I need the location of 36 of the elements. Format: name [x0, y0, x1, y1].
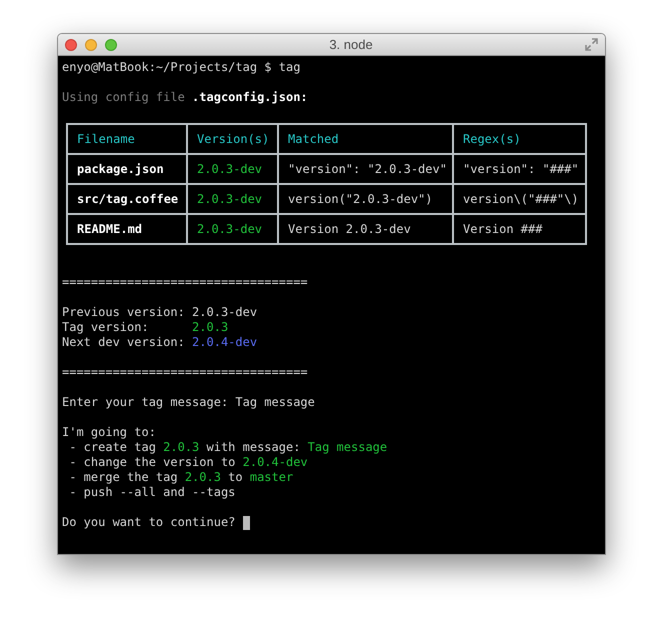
terminal-line: - push --all and --tags	[68, 485, 236, 500]
terminal-line: Tag version: 2.0.3	[62, 320, 228, 335]
table-cell: 2.0.3-dev	[188, 215, 277, 243]
table-cell: src/tag.coffee	[68, 185, 186, 213]
terminal-line: - change the version to 2.0.4-dev	[68, 455, 308, 470]
terminal-line: I'm going to:	[62, 425, 156, 440]
table-cell: 2.0.3-dev	[188, 185, 277, 213]
text-cursor	[242, 516, 250, 530]
table-cell: version("2.0.3-dev")	[279, 185, 452, 213]
terminal-line: Enter your tag message: Tag message	[62, 395, 315, 410]
table-cell: README.md	[68, 215, 186, 243]
column-header: Regex(s)	[454, 125, 585, 153]
terminal-line: ==================================	[62, 365, 308, 380]
terminal-line: ==================================	[62, 275, 308, 290]
table-cell: "version": "2.0.3-dev"	[279, 155, 452, 183]
terminal-line: enyo@MatBook:~/Projects/tag $ tag	[62, 60, 300, 75]
fullscreen-icon[interactable]	[585, 38, 598, 51]
terminal-line: Next dev version: 2.0.4-dev	[62, 335, 258, 350]
table-cell: package.json	[68, 155, 186, 183]
terminal-line: Using config file .tagconfig.json:	[62, 90, 308, 105]
terminal-line: - merge the tag 2.0.3 to master	[68, 470, 294, 485]
close-button[interactable]	[65, 38, 77, 50]
column-header: Version(s)	[188, 125, 277, 153]
table-cell: Version ###	[454, 215, 585, 243]
table-cell: version\("###"\)	[454, 185, 585, 213]
window-title: 3. node	[329, 36, 373, 54]
terminal-line: Do you want to continue?	[62, 515, 236, 530]
column-header: Filename	[68, 125, 186, 153]
column-header: Matched	[279, 125, 452, 153]
terminal-line: - create tag 2.0.3 with message: Tag message	[68, 440, 388, 455]
terminal-line: Previous version: 2.0.3-dev	[62, 305, 258, 320]
table-cell: Version 2.0.3-dev	[279, 215, 452, 243]
table-cell: 2.0.3-dev	[188, 155, 277, 183]
minimize-button[interactable]	[85, 38, 97, 50]
zoom-button[interactable]	[105, 38, 117, 50]
table-cell: "version": "###"	[454, 155, 585, 183]
